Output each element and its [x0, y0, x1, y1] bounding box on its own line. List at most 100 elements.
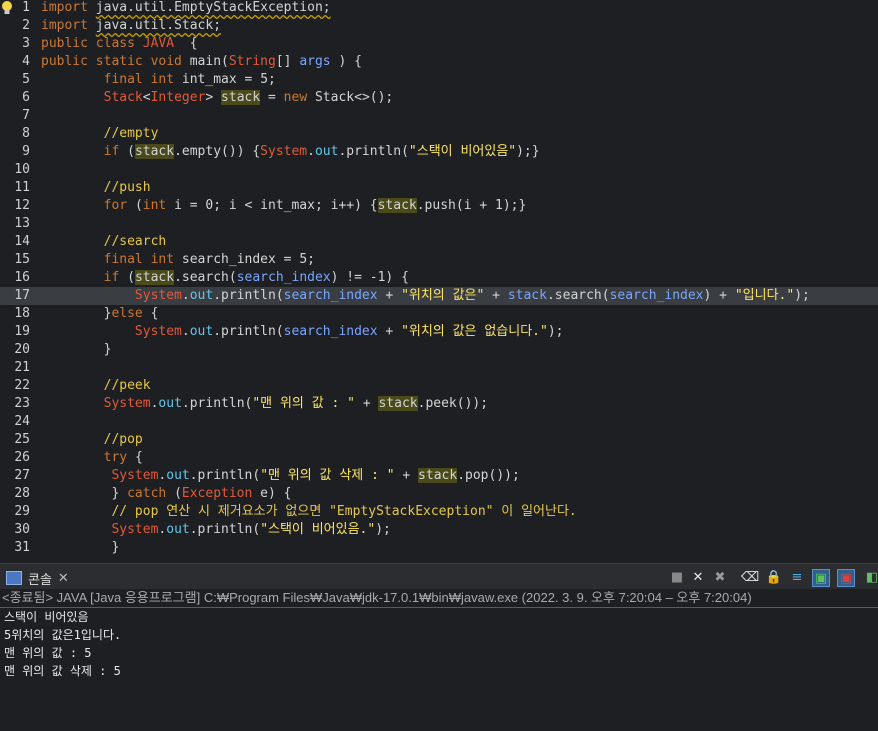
code-text: Stack<Integer> stack = new Stack<>(); [103, 90, 394, 105]
code-line[interactable]: 15 final int search_index = 5; [0, 251, 878, 269]
code-text: //push [103, 180, 151, 195]
line-number: 7 [22, 108, 30, 123]
code-text: System.out.println("맨 위의 값 : " + stack.p… [103, 396, 489, 411]
line-number: 21 [14, 360, 30, 375]
code-line[interactable]: 28 } catch (Exception e) { [0, 485, 878, 503]
line-number: 26 [14, 450, 30, 465]
line-number: 19 [14, 324, 30, 339]
line-number: 25 [14, 432, 30, 447]
line-number: 20 [14, 342, 30, 357]
code-text: import java.util.Stack; [41, 18, 222, 33]
line-number: 13 [14, 216, 30, 231]
line-number: 23 [14, 396, 30, 411]
code-line[interactable]: 21 [0, 359, 878, 377]
code-text: } [41, 540, 120, 555]
code-text: final int int_max = 5; [103, 72, 276, 87]
line-number: 3 [22, 36, 30, 51]
code-line[interactable]: 20 } [0, 341, 878, 359]
code-text: System.out.println(search_index + "위치의 값… [134, 288, 810, 303]
code-line[interactable]: 5 final int int_max = 5; [0, 71, 878, 89]
code-text: if (stack.search(search_index) != -1) { [103, 270, 409, 285]
code-line[interactable]: 8 //empty [0, 125, 878, 143]
code-line[interactable]: 17 System.out.println(search_index + "위치… [0, 287, 878, 305]
code-line[interactable]: 10 [0, 161, 878, 179]
line-number: 4 [22, 54, 30, 69]
line-number: 30 [14, 522, 30, 537]
code-line[interactable]: 6 Stack<Integer> stack = new Stack<>(); [0, 89, 878, 107]
code-line[interactable]: 22 //peek [0, 377, 878, 395]
code-line[interactable]: 9 if (stack.empty()) {System.out.println… [0, 143, 878, 161]
code-line[interactable]: 31 } [0, 539, 878, 557]
line-number: 2 [22, 18, 30, 33]
code-line[interactable]: 24 [0, 413, 878, 431]
code-text: try { [103, 450, 143, 465]
show-console-error-icon[interactable]: ▣ [837, 569, 855, 587]
line-number: 9 [22, 144, 30, 159]
line-number: 15 [14, 252, 30, 267]
code-text: for (int i = 0; i < int_max; i++) {stack… [103, 198, 527, 213]
line-number: 22 [14, 378, 30, 393]
line-number: 10 [14, 162, 30, 177]
code-text: import java.util.EmptyStackException; [41, 0, 331, 15]
code-line[interactable]: 13 [0, 215, 878, 233]
code-text: public class JAVA { [41, 36, 198, 51]
code-text: public static void main(String[] args ) … [41, 54, 362, 69]
code-text: } [41, 342, 112, 357]
code-line[interactable]: 4 public static void main(String[] args )… [0, 53, 878, 71]
code-text: // pop 연산 시 제거요소가 없으면 "EmptyStackExcepti… [111, 504, 577, 519]
clear-console-icon[interactable]: ⌫ [741, 569, 759, 585]
line-number: 1 [22, 0, 30, 15]
code-text: System.out.println("맨 위의 값 삭제 : " + stac… [111, 468, 520, 483]
code-line[interactable]: 12 for (int i = 0; i < int_max; i++) {st… [0, 197, 878, 215]
scroll-lock-icon[interactable]: 🔒 [766, 569, 782, 585]
code-line[interactable]: 30 System.out.println("스택이 비어있음."); [0, 521, 878, 539]
console-output-line: 맨 위의 값 삭제 : 5 [4, 664, 121, 678]
remove-all-terminated-icon[interactable]: ✖ [712, 569, 728, 585]
line-number: 8 [22, 126, 30, 141]
line-number: 12 [14, 198, 30, 213]
code-text: }else { [41, 306, 159, 321]
code-line[interactable]: 29 // pop 연산 시 제거요소가 없으면 "EmptyStackExce… [0, 503, 878, 521]
line-number: 18 [14, 306, 30, 321]
code-line[interactable]: 23 System.out.println("맨 위의 값 : " + stac… [0, 395, 878, 413]
line-number: 11 [14, 180, 30, 195]
console-status-text: <종료됨> JAVA [Java 응용프로그램] C:₩Program File… [0, 589, 878, 607]
remove-launch-icon[interactable]: ✕ [690, 569, 706, 585]
tab-console-label: 콘솔 [28, 571, 52, 587]
line-number: 14 [14, 234, 30, 249]
word-wrap-icon[interactable]: ≡ [789, 569, 805, 585]
code-text: } catch (Exception e) { [41, 486, 292, 501]
code-line[interactable]: 1 import java.util.EmptyStackException; [0, 0, 878, 17]
code-line[interactable]: 7 [0, 107, 878, 125]
terminate-icon[interactable]: ■ [669, 569, 685, 585]
code-line[interactable]: 26 try { [0, 449, 878, 467]
code-text: if (stack.empty()) {System.out.println("… [103, 144, 540, 159]
line-number: 5 [22, 72, 30, 87]
code-editor[interactable]: 1 import java.util.EmptyStackException; 2 i… [0, 0, 878, 563]
show-console-output-icon[interactable]: ▣ [812, 569, 830, 587]
line-number: 27 [14, 468, 30, 483]
code-text: //peek [103, 378, 151, 393]
console-tab-bar: 콘솔 ✕ ■ ✕ ✖ ⌫ 🔒 ≡ ▣ ▣ ◧ [0, 563, 878, 590]
code-line[interactable]: 3 public class JAVA { [0, 35, 878, 53]
console-icon [6, 571, 22, 585]
code-line[interactable]: 2 import java.util.Stack; [0, 17, 878, 35]
code-line[interactable]: 27 System.out.println("맨 위의 값 삭제 : " + s… [0, 467, 878, 485]
code-line[interactable]: 11 //push [0, 179, 878, 197]
console-output-line: 맨 위의 값 : 5 [4, 646, 92, 660]
code-text: //search [103, 234, 167, 249]
code-line[interactable]: 14 //search [0, 233, 878, 251]
code-line[interactable]: 18 }else { [0, 305, 878, 323]
console-output[interactable]: 스택이 비어있음 5위치의 값은1입니다. 맨 위의 값 : 5 맨 위의 값 삭제 … [0, 608, 878, 731]
line-number: 6 [22, 90, 30, 105]
code-text: //pop [103, 432, 143, 447]
code-line[interactable]: 19 System.out.println(search_index + "위치… [0, 323, 878, 341]
line-number: 24 [14, 414, 30, 429]
close-icon[interactable]: ✕ [58, 570, 69, 586]
code-line[interactable]: 16 if (stack.search(search_index) != -1)… [0, 269, 878, 287]
pin-console-icon[interactable]: ◧ [864, 569, 878, 585]
line-number: 28 [14, 486, 30, 501]
line-number: 16 [14, 270, 30, 285]
code-line[interactable]: 25 //pop [0, 431, 878, 449]
tab-console[interactable]: 콘솔 ✕ [0, 566, 75, 590]
